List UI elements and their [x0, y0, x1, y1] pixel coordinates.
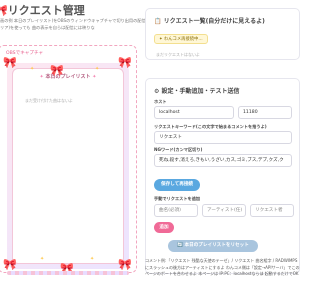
keyword-label: リクエストキーワード(この文字で始まるコメントを拾うよ)	[154, 124, 267, 129]
playlist-empty-text: まだ受け付けた曲はないよ	[25, 98, 73, 103]
ribbon-icon: 🎀	[50, 64, 64, 77]
request-list-empty: まだリクエストはないよ	[156, 52, 200, 57]
sparkle-icon: ✦	[40, 256, 45, 262]
decorative-bar	[7, 271, 129, 275]
request-list-title: 📋 リクエスト一覧(自分だけに見えるよ)	[154, 18, 265, 25]
page-description: 画の例 本日のプレイリスト(をOBSのウィンドウキャプチャで切り出用の配信エリア…	[0, 18, 150, 30]
ribbon-icon: 🎀	[3, 258, 17, 271]
star-icon: ✦	[92, 74, 97, 80]
ngword-input[interactable]: 死ね,殺す,消えろ,きもい,うざい,カス,ゴミ,ブス,デブ,クズ,ク	[154, 154, 292, 167]
host-label: ホスト	[154, 99, 167, 104]
save-reconnect-button[interactable]: 保存して再接続	[154, 179, 200, 191]
song-input[interactable]: 曲名(必須)	[154, 204, 198, 217]
playlist-title: ✦ 本日のプレイリスト ✦	[39, 74, 97, 80]
host-input[interactable]: localhost	[154, 106, 234, 119]
ribbon-icon: 🎀	[118, 258, 132, 271]
page-title: 🎀リクエスト管理	[0, 4, 85, 17]
keyword-input[interactable]: リクエスト	[154, 131, 292, 144]
ribbon-icon: 🎀	[118, 56, 132, 69]
settings-title: ⚙ 設定・手動追加・テスト送信	[154, 88, 240, 95]
footer-note: コメント例:「リクエスト 残酷な天使のテーゼ」/ リクエスト 曲名組字 / RA…	[145, 258, 300, 276]
playlist-card: ✦ 本日のプレイリスト ✦ まだ受け付けた曲はないよ	[12, 68, 124, 264]
reset-playlist-button[interactable]: 🔄 本日のプレイリストをリセット	[168, 240, 258, 252]
sparkle-icon: ✦	[30, 66, 35, 72]
requester-input[interactable]: リクエスト者	[250, 204, 294, 217]
request-list-panel: 📋 リクエスト一覧(自分だけに見えるよ) ✦ わんコメ再接続中… まだリクエスト…	[145, 8, 300, 60]
manual-add-label: 手動でリクエストを追加	[154, 196, 201, 201]
ribbon-icon: 🎀	[3, 56, 17, 69]
star-icon: ✦	[39, 74, 44, 80]
ngword-label: NGワード(カンマ区切り)	[154, 147, 203, 152]
sparkle-icon: ✦	[90, 256, 95, 262]
playlist-frame: ✦ 本日のプレイリスト ✦ まだ受け付けた曲はないよ	[7, 63, 129, 269]
artist-input[interactable]: アーティスト(任)	[202, 204, 246, 217]
port-input[interactable]: 11180	[238, 106, 292, 119]
connection-status-badge: ✦ わんコメ再接続中…	[154, 34, 208, 44]
sparkle-icon: ✦	[95, 66, 100, 72]
add-button[interactable]: 追加	[154, 222, 174, 233]
settings-panel: ⚙ 設定・手動追加・テスト送信 ホスト localhost 11180 リクエス…	[145, 78, 300, 274]
